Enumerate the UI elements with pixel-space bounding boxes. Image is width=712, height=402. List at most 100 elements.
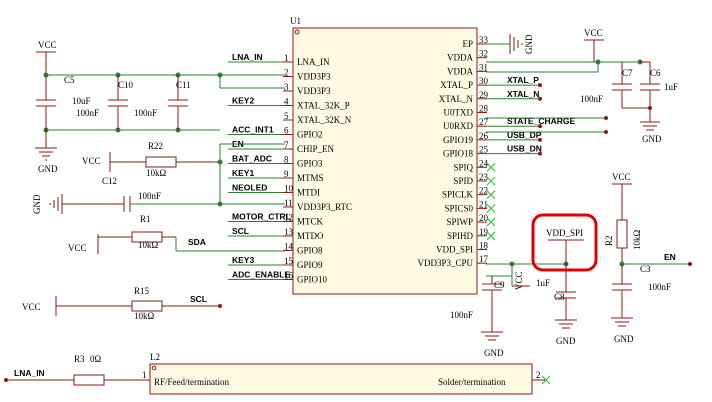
u1-pin-name-5: XTAL_32K_N xyxy=(297,115,352,125)
c3-ref: C3 xyxy=(640,264,651,274)
u1-pin-name-22: SPICLK xyxy=(442,190,474,200)
u1-pin-name-4: XTAL_32K_P xyxy=(297,101,350,111)
u1-pin-name-30: XTAL_P xyxy=(440,80,473,90)
net-vdd-spi: VDD_SPI xyxy=(546,228,583,238)
no-connect-22 xyxy=(486,190,496,200)
no-connect-20 xyxy=(486,217,496,227)
u1-pin-num-5: 5 xyxy=(284,111,289,121)
no-connect-24 xyxy=(486,162,496,172)
c12-ref: C12 xyxy=(102,176,117,186)
u1-pin-num-14: 14 xyxy=(284,242,294,252)
r22-ref: R22 xyxy=(148,141,163,151)
c10-value: 100nF xyxy=(76,108,99,118)
no-connect-19 xyxy=(486,231,496,241)
u1-pin-name-32: VDDA xyxy=(447,53,473,63)
r15-value: 10kΩ xyxy=(134,311,155,321)
l2-pin1: 1 xyxy=(142,370,147,380)
u1-pin-name-16: GPIO10 xyxy=(297,275,328,285)
u1-pin-name-8: GPIO3 xyxy=(297,159,323,169)
u1-pin-name-1: LNA_IN xyxy=(297,57,330,67)
c8-value: 1uF xyxy=(536,278,550,288)
u1-pin-name-11: VDD3P3_RTC xyxy=(297,202,352,212)
net-en-right: EN xyxy=(664,252,676,262)
u1-pin-name-29: XTAL_N xyxy=(439,94,474,104)
u1-pin-name-23: SPID xyxy=(453,176,473,186)
vcc-label-vdda: VCC xyxy=(584,28,603,38)
net-label-29: XTAL_N xyxy=(507,89,539,99)
u1-pin-name-18: VDD_SPI xyxy=(436,245,473,255)
net-label-4: KEY2 xyxy=(232,96,254,106)
u1-pin-num-21: 21 xyxy=(479,199,488,209)
u1-pin-num-17: 17 xyxy=(479,254,489,264)
u1-pin-name-13: MTDO xyxy=(297,231,324,241)
l2-left-text: RF/Feed/termination xyxy=(154,377,229,387)
r2-en-group: VCC EN R2 10kΩ GND C3 100nF xyxy=(604,172,692,344)
u1-pin-name-12: MTCK xyxy=(297,217,324,227)
u1-pin-num-9: 9 xyxy=(284,169,289,179)
u1-pin-name-21: SPICS0 xyxy=(444,203,473,213)
u1-pin-name-24: SPIQ xyxy=(453,162,473,172)
c11-ref: C11 xyxy=(176,80,191,90)
c5-ref: C5 xyxy=(64,75,75,85)
l2-right-text: Solder/termination xyxy=(438,377,506,387)
c11-value: 100nF xyxy=(134,108,157,118)
net-label-12: MOTOR_CTRL xyxy=(232,212,291,222)
u1-pin-name-33: EP xyxy=(462,39,473,49)
c10-ref: C10 xyxy=(118,80,134,90)
vcc-label-left-top: VCC xyxy=(38,40,57,50)
c12-value: 100nF xyxy=(138,191,161,201)
c7-value: 100nF xyxy=(580,94,603,104)
r15-ref: R15 xyxy=(134,286,150,296)
u1-pin-name-3: VDD3P3 xyxy=(297,86,331,96)
l2-ref: L2 xyxy=(150,352,160,362)
r1-ref: R1 xyxy=(140,214,151,224)
ep-ground-group: GND xyxy=(486,34,534,54)
u1-pin-name-17: VDD3P3_CPU xyxy=(417,258,473,268)
net-label-1: LNA_IN xyxy=(232,52,263,62)
r22-value: 10kΩ xyxy=(146,168,167,178)
net-sda: SDA xyxy=(188,237,206,247)
r3-value: 0Ω xyxy=(90,354,102,364)
u1-pin-num-4: 4 xyxy=(284,97,289,107)
vcc-label-r1: VCC xyxy=(68,243,87,253)
gnd-label-ep: GND xyxy=(524,34,534,54)
u1-pin-num-3: 3 xyxy=(284,82,289,92)
u1-ref: U1 xyxy=(290,16,301,26)
u1-pin-num-6: 6 xyxy=(284,126,289,136)
u1-pin-num-2: 2 xyxy=(284,68,289,78)
u1-pin-name-2: VDD3P3 xyxy=(297,72,331,82)
u1-pin-num-7: 7 xyxy=(284,140,289,150)
c6-ref: C6 xyxy=(650,68,661,78)
c9-value: 100nF xyxy=(450,310,473,320)
vcc-label-r22: VCC xyxy=(82,156,101,166)
u1-pin-num-13: 13 xyxy=(284,227,294,237)
u1-pin-name-31: VDDA xyxy=(447,66,473,76)
net-label-13: SCL xyxy=(232,226,249,236)
l2-pin2: 2 xyxy=(536,370,541,380)
c7-ref: C7 xyxy=(622,68,633,78)
u1-pin-num-18: 18 xyxy=(479,241,489,251)
r2-ref: R2 xyxy=(604,235,614,246)
schematic-canvas: U1 1 LNA_IN LNA_IN 2 VDD3P3 3 VDD3P3 4 XTAL_32K_… xyxy=(0,0,712,402)
r15-scl-group: VCC SCL R15 10kΩ xyxy=(22,286,222,321)
u1-pin-name-7: CHIP_EN xyxy=(297,144,335,154)
u1-pin-name-6: GPIO2 xyxy=(297,130,323,140)
vcc-label-r15: VCC xyxy=(22,302,41,312)
u1-pin-name-10: MTDI xyxy=(297,188,320,198)
gnd-label-vdda: GND xyxy=(642,134,662,144)
net-label-9: KEY1 xyxy=(232,168,254,178)
u1-pin-num-31: 31 xyxy=(479,62,488,72)
c5-value: 10uF xyxy=(72,96,91,106)
c8-ref: C8 xyxy=(554,292,565,302)
net-label-15: KEY3 xyxy=(232,255,254,265)
u1-pin-name-26: GPIO19 xyxy=(443,135,474,145)
u1-pin-num-15: 15 xyxy=(284,256,294,266)
u1-pin-name-15: GPIO9 xyxy=(297,260,323,270)
net-label-8: BAT_ADC xyxy=(232,154,272,164)
net-label-30: XTAL_P xyxy=(507,75,539,85)
schematic-diagram: U1 1 LNA_IN LNA_IN 2 VDD3P3 3 VDD3P3 4 XTAL_32K_… xyxy=(4,16,692,395)
u1-pin-name-19: SPIHD xyxy=(447,231,474,241)
vcc-label-r2: VCC xyxy=(612,172,631,182)
c3-value: 100nF xyxy=(648,282,671,292)
net-label-26: USB_DP xyxy=(507,130,542,140)
